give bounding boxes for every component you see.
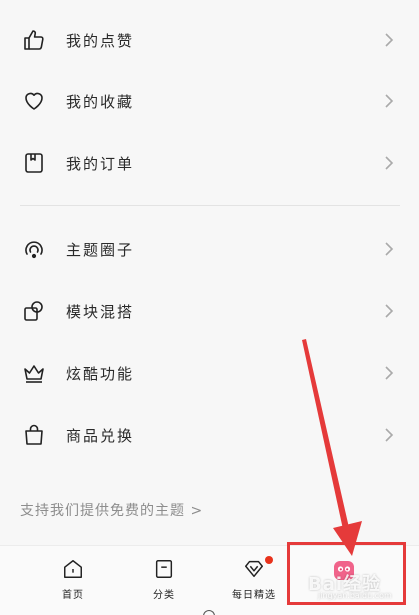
tab-label: 首页: [62, 590, 84, 601]
menu-item-likes[interactable]: 我的点赞: [0, 12, 419, 68]
shopping-bag-icon: [22, 423, 46, 447]
menu-item-label: 主题圈子: [66, 240, 135, 259]
support-link[interactable]: 支持我们提供免费的主题 >: [20, 500, 203, 520]
notification-badge: [265, 556, 273, 564]
tab-category[interactable]: 分类: [134, 556, 194, 606]
order-icon: [22, 151, 46, 175]
tab-label: 分类: [153, 590, 175, 601]
heart-icon: [22, 89, 46, 113]
tab-label: 每日精选: [232, 590, 276, 601]
chevron-right-icon: [385, 304, 394, 318]
menu-item-theme-circle[interactable]: 主题圈子: [0, 221, 419, 277]
tab-home[interactable]: 首页: [43, 556, 103, 606]
crown-icon: [22, 361, 46, 385]
chevron-right-icon: [385, 33, 394, 47]
menu-item-favorites[interactable]: 我的收藏: [0, 73, 419, 129]
diamond-icon: [245, 560, 263, 578]
category-icon: [155, 560, 173, 578]
menu-item-orders[interactable]: 我的订单: [0, 135, 419, 191]
chevron-right-icon: [385, 428, 394, 442]
menu-item-label: 炫酷功能: [66, 364, 135, 383]
chevron-right-icon: [385, 366, 394, 380]
tab-daily-picks[interactable]: 每日精选: [224, 556, 284, 606]
chevron-right-icon: [385, 156, 394, 170]
menu-item-label: 商品兑换: [66, 426, 135, 445]
menu-item-label: 我的点赞: [66, 31, 135, 50]
menu-item-label: 我的收藏: [66, 92, 135, 111]
thumbs-up-icon: [22, 28, 46, 52]
home-icon: [64, 560, 82, 578]
circle-community-icon: [22, 237, 46, 261]
menu-item-label: 我的订单: [66, 154, 135, 173]
section-divider: [20, 205, 400, 206]
menu-item-label: 模块混搭: [66, 302, 135, 321]
module-mix-icon: [22, 299, 46, 323]
chevron-right-icon: [385, 242, 394, 256]
menu-item-redeem-goods[interactable]: 商品兑换: [0, 407, 419, 463]
watermark-url: jingyan.baidu.com: [318, 591, 392, 600]
menu-item-module-mix[interactable]: 模块混搭: [0, 283, 419, 339]
home-indicator: [203, 610, 215, 615]
menu-item-cool-features[interactable]: 炫酷功能: [0, 345, 419, 401]
chevron-right-icon: [385, 94, 394, 108]
